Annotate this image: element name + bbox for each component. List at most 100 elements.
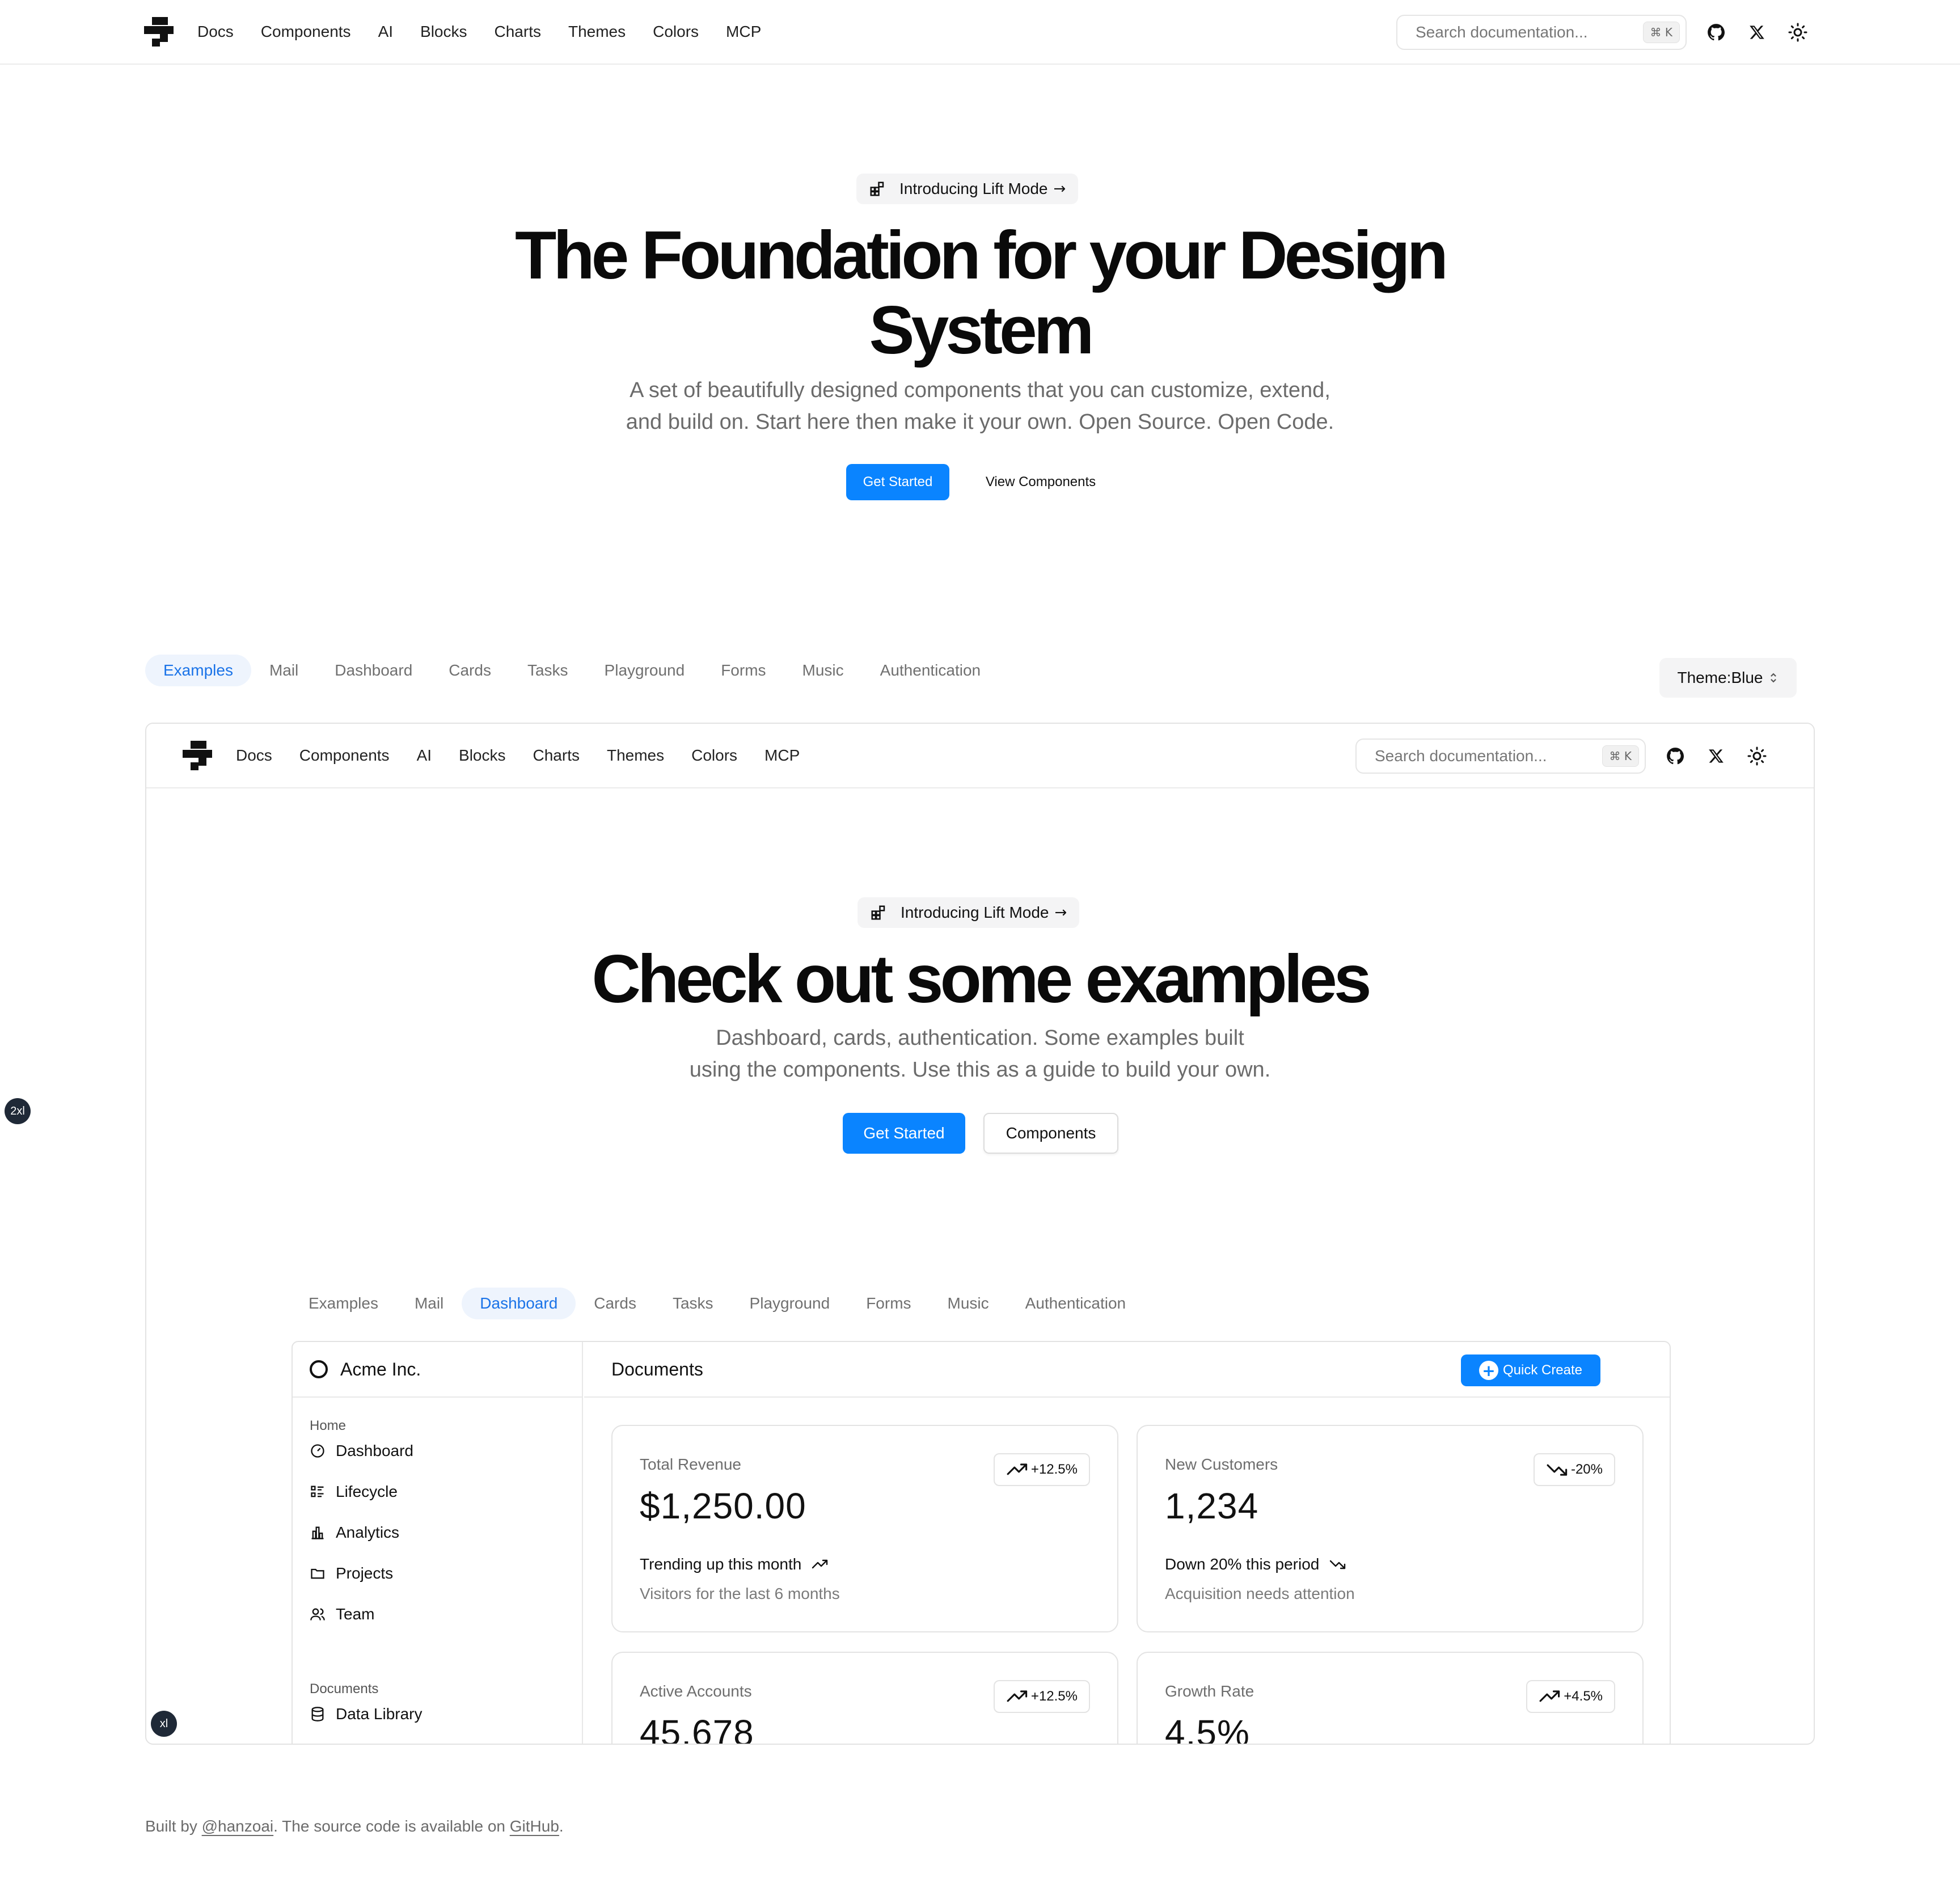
card-label: New Customers (1165, 1455, 1278, 1473)
preview-nav-link-docs[interactable]: Docs (236, 746, 272, 765)
trending-up-icon (1539, 1690, 1560, 1702)
nav-link-components[interactable]: Components (261, 23, 351, 41)
sidebar-item-label: Analytics (336, 1524, 400, 1541)
trend-badge-value: -20% (1570, 1462, 1603, 1477)
sidebar-item-lifecycle[interactable]: Lifecycle (310, 1483, 398, 1501)
tab-mail[interactable]: Mail (269, 661, 298, 680)
preview-tab-cards[interactable]: Cards (594, 1294, 636, 1313)
card-trend: Trending up this month (640, 1555, 829, 1573)
preview-tab-mail[interactable]: Mail (415, 1294, 443, 1313)
footer-author-link[interactable]: @hanzoai (202, 1817, 274, 1835)
folder-icon (311, 1568, 324, 1579)
nav-link-charts[interactable]: Charts (495, 23, 541, 41)
github-icon[interactable] (1664, 745, 1687, 767)
preview-tab-dashboard[interactable]: Dashboard (462, 1288, 576, 1319)
preview-nav-link-themes[interactable]: Themes (607, 746, 664, 765)
tab-authentication[interactable]: Authentication (880, 661, 981, 680)
sun-icon[interactable] (1786, 21, 1809, 44)
github-icon[interactable] (1705, 21, 1727, 44)
sidebar-group-home: Home (310, 1418, 347, 1433)
card-value: 1,234 (1165, 1486, 1259, 1526)
announcement-badge[interactable]: Introducing Lift Mode → (856, 174, 1079, 204)
preview-get-started-button[interactable]: Get Started (843, 1113, 965, 1154)
x-icon[interactable] (1705, 745, 1727, 767)
sidebar-item-dashboard[interactable]: Dashboard (310, 1442, 413, 1460)
preview-search-shortcut: ⌘ K (1602, 745, 1639, 767)
card-value: 45,678 (640, 1712, 754, 1745)
sidebar-group-documents: Documents (310, 1681, 379, 1697)
nav-link-colors[interactable]: Colors (653, 23, 699, 41)
trend-badge: +12.5% (993, 1453, 1090, 1486)
trending-up-icon (1007, 1690, 1028, 1702)
tab-dashboard[interactable]: Dashboard (335, 661, 412, 680)
trend-badge-value: +12.5% (1030, 1462, 1078, 1477)
get-started-button[interactable]: Get Started (846, 464, 949, 500)
preview-search-input[interactable]: Search documentation... ⌘ K (1355, 739, 1646, 774)
preview-tab-playground[interactable]: Playground (750, 1294, 830, 1313)
trend-badge-value: +4.5% (1564, 1689, 1603, 1704)
trend-badge-value: +12.5% (1030, 1689, 1078, 1704)
preview-frame: Docs Components AI Blocks Charts Themes … (145, 723, 1815, 1745)
nav-links: Docs Components AI Blocks Charts Themes … (197, 23, 788, 41)
preview-search-placeholder: Search documentation... (1375, 747, 1547, 765)
preview-nav-link-colors[interactable]: Colors (691, 746, 737, 765)
dashboard-preview: Acme Inc. Home Dashboard Lifecycle Analy… (292, 1341, 1671, 1745)
sidebar-item-analytics[interactable]: Analytics (310, 1524, 399, 1542)
preview-nav-link-mcp[interactable]: MCP (764, 746, 800, 765)
preview-tab-music[interactable]: Music (948, 1294, 989, 1313)
trend-badge: +4.5% (1526, 1680, 1615, 1713)
theme-select[interactable]: Theme: Blue (1659, 658, 1797, 698)
dashboard-header-title: Documents (611, 1359, 703, 1379)
x-icon[interactable] (1746, 21, 1768, 44)
nav-link-mcp[interactable]: MCP (726, 23, 761, 41)
preview-nav-link-charts[interactable]: Charts (533, 746, 580, 765)
nav-link-docs[interactable]: Docs (197, 23, 234, 41)
preview-nav-link-ai[interactable]: AI (417, 746, 432, 765)
preview-logo-icon[interactable] (183, 741, 212, 770)
tab-music[interactable]: Music (802, 661, 844, 680)
tab-forms[interactable]: Forms (721, 661, 766, 680)
tab-tasks[interactable]: Tasks (527, 661, 568, 680)
search-input[interactable]: Search documentation... ⌘ K (1396, 15, 1687, 50)
preview-tab-examples[interactable]: Examples (309, 1294, 378, 1313)
sidebar-item-team[interactable]: Team (310, 1605, 374, 1623)
preview-tabs: Examples Mail Dashboard Cards Tasks Play… (309, 1288, 1162, 1319)
footer-middle: . The source code is available on (273, 1817, 510, 1835)
nav-link-ai[interactable]: AI (378, 23, 393, 41)
bar-chart-icon (311, 1526, 324, 1539)
nav-link-blocks[interactable]: Blocks (420, 23, 467, 41)
card-trend: Down 20% this period (1165, 1555, 1346, 1573)
sidebar-item-label: Dashboard (336, 1442, 413, 1459)
card-value: 4.5% (1165, 1712, 1250, 1745)
preview-nav-link-blocks[interactable]: Blocks (459, 746, 505, 765)
quick-create-button[interactable]: + Quick Create (1461, 1354, 1600, 1386)
tab-examples[interactable]: Examples (145, 655, 251, 686)
view-components-button[interactable]: View Components (970, 464, 1112, 500)
preview-nav-link-components[interactable]: Components (299, 746, 390, 765)
preview-tab-tasks[interactable]: Tasks (673, 1294, 713, 1313)
tab-cards[interactable]: Cards (449, 661, 491, 680)
dashboard-sidebar: Acme Inc. Home Dashboard Lifecycle Analy… (293, 1342, 583, 1744)
card-trend-text: Trending up this month (640, 1555, 802, 1573)
card-label: Total Revenue (640, 1455, 742, 1473)
preview-nav-links: Docs Components AI Blocks Charts Themes … (236, 746, 827, 765)
preview-tab-forms[interactable]: Forms (866, 1294, 911, 1313)
sidebar-item-data-library[interactable]: Data Library (310, 1705, 423, 1723)
trend-badge: +12.5% (993, 1680, 1090, 1713)
footer-github-link[interactable]: GitHub (510, 1817, 559, 1835)
card-note: Visitors for the last 6 months (640, 1585, 840, 1602)
card-new-customers: New Customers 1,234 -20% Down 20% this p… (1137, 1425, 1644, 1632)
sun-icon[interactable] (1746, 745, 1768, 767)
card-label: Growth Rate (1165, 1682, 1254, 1700)
logo-icon[interactable] (144, 17, 174, 47)
company-switcher[interactable]: Acme Inc. (293, 1342, 582, 1398)
sidebar-item-projects[interactable]: Projects (310, 1564, 393, 1583)
preview-announcement-badge[interactable]: Introducing Lift Mode → (858, 897, 1080, 928)
company-logo-icon (310, 1360, 328, 1378)
hero-title-line2: System (869, 292, 1095, 368)
nav-link-themes[interactable]: Themes (568, 23, 626, 41)
preview-components-button[interactable]: Components (983, 1113, 1118, 1154)
tab-playground[interactable]: Playground (605, 661, 685, 680)
arrow-right-icon: → (1054, 904, 1067, 921)
preview-tab-authentication[interactable]: Authentication (1025, 1294, 1126, 1313)
